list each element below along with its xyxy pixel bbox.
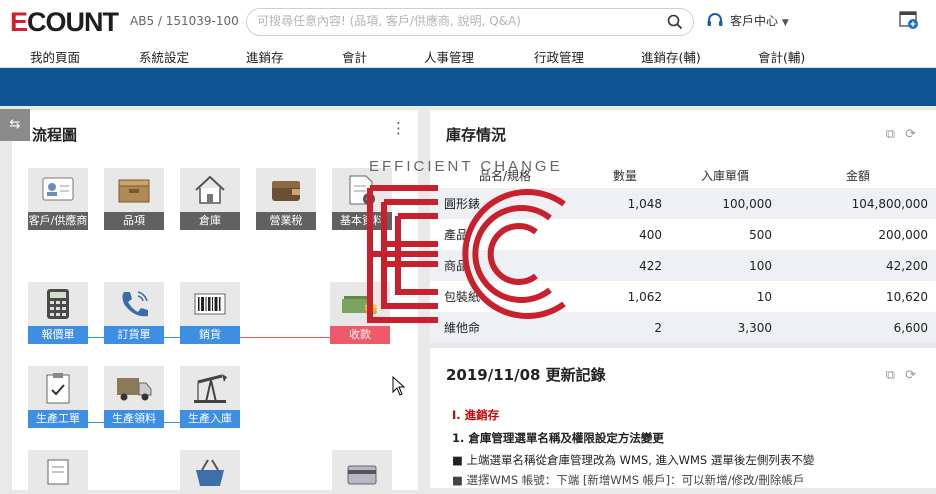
cell-price: 100: [670, 250, 780, 281]
cell-qty: 2: [580, 312, 670, 343]
flow-item-label: 生產工單: [28, 410, 88, 428]
clipboard-check-icon: [46, 373, 70, 404]
cell-qty: 1,062: [627, 289, 662, 304]
basket-icon: [196, 459, 224, 486]
document-icon: [47, 459, 69, 485]
phone-icon: [122, 291, 148, 317]
flow-item-production-receipt[interactable]: 生產入庫: [180, 366, 240, 428]
ecount-logo[interactable]: ECOUNT: [10, 7, 119, 38]
box-icon: [118, 179, 150, 203]
update-item-title: 1. 倉庫管理選單名稱及權限設定方法變更: [452, 431, 664, 445]
headset-icon: [707, 13, 723, 26]
column-header[interactable]: 數量: [580, 162, 670, 188]
cell-price: 3,300: [670, 312, 780, 343]
flow-item-product[interactable]: 品項: [104, 168, 164, 230]
support-label: 客戶中心: [730, 14, 779, 28]
panel-controls: ⧉⟳: [886, 127, 926, 142]
popout-icon[interactable]: ⧉: [886, 368, 905, 383]
search-input[interactable]: [257, 14, 657, 28]
refresh-icon[interactable]: ⟳: [905, 368, 926, 383]
menu-item-inventory-aux[interactable]: 進銷存(輔): [641, 47, 701, 66]
menu-item-accounting-aux[interactable]: 會計(輔): [758, 47, 805, 66]
search-icon[interactable]: [667, 14, 683, 30]
update-section-title: Ⅰ. 進銷存: [452, 408, 500, 422]
cell-price: 100,000: [670, 188, 780, 219]
popout-icon[interactable]: ⧉: [886, 127, 905, 142]
flow-item-label: 訂貨單: [104, 326, 164, 344]
cell-qty: 1,048: [580, 188, 670, 219]
flow-item-sales[interactable]: 銷貨: [180, 282, 240, 344]
new-window-icon[interactable]: [899, 10, 919, 30]
flow-connector: [240, 337, 330, 338]
update-log-panel: 2019/11/08 更新記錄 ⧉⟳ Ⅰ. 進銷存 1. 倉庫管理選單名稱及權限…: [430, 348, 936, 488]
top-header: ECOUNT AB5 / 151039-100 客戶中心 ▼: [0, 0, 936, 44]
search-box[interactable]: [246, 8, 694, 36]
flow-item-label: 生產領料: [104, 410, 164, 428]
company-code: AB5 / 151039-100: [130, 14, 239, 28]
flow-item-label: 生產入庫: [180, 410, 240, 428]
calculator-icon: [47, 289, 69, 319]
menu-item-admin[interactable]: 行政管理: [534, 47, 584, 66]
banner-bar: [0, 68, 936, 106]
flow-item-quotation[interactable]: 報價單: [28, 282, 88, 344]
flow-item-label: 報價單: [28, 326, 88, 344]
card-icon: [347, 465, 377, 485]
main-menu: 我的頁面 系統設定 進銷存 會計 人事管理 行政管理 進銷存(輔) 會計(輔): [0, 44, 936, 68]
mouse-cursor-icon: [392, 376, 406, 396]
menu-item-hr[interactable]: 人事管理: [424, 47, 474, 66]
flow-item-partial[interactable]: [332, 450, 392, 494]
flow-item-customer[interactable]: 客戶/供應商: [28, 168, 88, 230]
flow-item-partial[interactable]: [28, 450, 88, 494]
menu-item-my-page[interactable]: 我的頁面: [30, 47, 80, 66]
flow-item-label: 收款: [330, 326, 390, 344]
flow-item-warehouse[interactable]: 倉庫: [180, 168, 240, 230]
ec-watermark: EFFICIENT CHANGE: [366, 158, 572, 324]
panel-title: 庫存情況: [446, 126, 507, 144]
cell-qty: 400: [639, 227, 662, 242]
wallet-icon: [272, 181, 300, 201]
panel-controls: ⧉⟳: [886, 368, 926, 383]
menu-item-inventory[interactable]: 進銷存: [246, 47, 284, 66]
barcode-icon: [194, 293, 226, 315]
contact-card-icon: [42, 177, 74, 201]
menu-item-accounting[interactable]: 會計: [342, 47, 367, 66]
column-header[interactable]: 入庫單價: [670, 162, 780, 188]
update-item-text: ■ 選擇WMS 帳號：下端 [新增WMS 帳戶]：可以新增/修改/刪除帳戶: [452, 473, 805, 487]
cell-amount: 104,800,000: [780, 188, 936, 219]
flow-item-label: 營業稅: [256, 212, 316, 230]
update-item-text: ■ 上端選單名稱從倉庫管理改為 WMS, 進入WMS 選單後左側列表不變: [452, 453, 815, 467]
flow-item-label: 倉庫: [180, 212, 240, 230]
column-header[interactable]: 金額: [780, 162, 936, 188]
truck-icon: [117, 378, 152, 401]
flow-item-order[interactable]: 訂貨單: [104, 282, 164, 344]
cell-amount: 42,200: [780, 250, 936, 281]
support-menu[interactable]: 客戶中心 ▼: [706, 12, 789, 29]
chevron-down-icon: ▼: [781, 18, 789, 28]
flow-item-work-order[interactable]: 生產工單: [28, 366, 88, 428]
flow-item-material-issue[interactable]: 生產領料: [104, 366, 164, 428]
cell-price: 500: [749, 227, 772, 242]
panel-title: 流程圖: [32, 126, 78, 144]
flow-item-label: 客戶/供應商: [28, 212, 88, 230]
ec-logo-icon: [367, 185, 566, 323]
flow-item-tax[interactable]: 營業稅: [256, 168, 316, 230]
cell-price: 10: [756, 289, 772, 304]
cell-qty: 422: [580, 250, 670, 281]
menu-item-settings[interactable]: 系統設定: [139, 47, 189, 66]
panel-title: 2019/11/08 更新記錄: [446, 366, 606, 384]
cell-amount: 10,620: [886, 289, 928, 304]
refresh-icon[interactable]: ⟳: [905, 127, 926, 142]
oil-pump-icon: [194, 374, 227, 403]
flow-chart-panel: 流程圖 ⋮ 客戶/供應商 品項 倉庫 營業稅 基本資料 報價單 訂貨單 銷貨 收…: [12, 110, 418, 494]
watermark-tagline: EFFICIENT CHANGE: [369, 158, 563, 175]
sidebar-toggle-icon[interactable]: ⇆: [0, 109, 30, 141]
more-options-icon[interactable]: ⋮: [391, 121, 406, 136]
house-icon: [195, 175, 225, 204]
flow-item-label: 品項: [104, 212, 164, 230]
flow-item-partial[interactable]: [180, 450, 240, 494]
flow-item-label: 銷貨: [180, 326, 240, 344]
cell-amount: 200,000: [878, 227, 928, 242]
cell-amount: 6,600: [780, 312, 936, 343]
